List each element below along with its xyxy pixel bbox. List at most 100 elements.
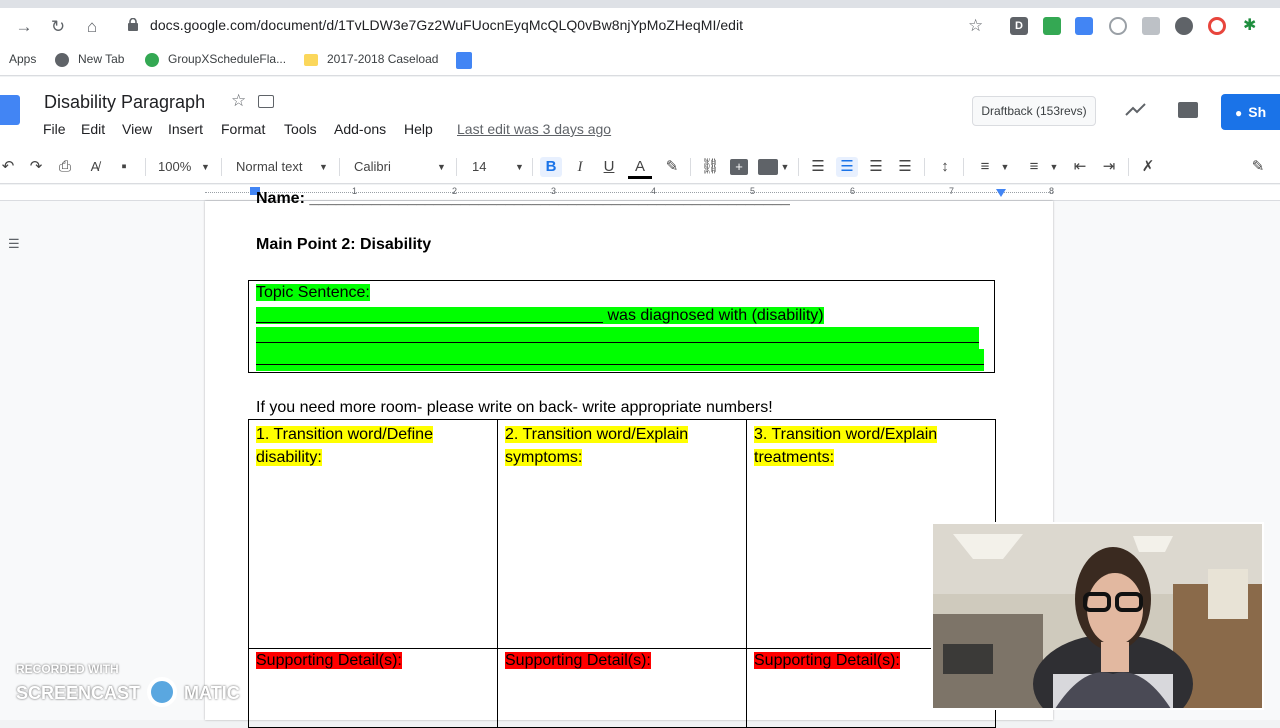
- topic-diagnosed-text: was diagnosed with (disability): [603, 307, 824, 324]
- bold-icon[interactable]: B: [540, 157, 562, 177]
- ruler-mark: 8: [1049, 186, 1055, 196]
- insert-image-icon[interactable]: [758, 159, 778, 175]
- redo-icon[interactable]: ↷: [26, 157, 46, 177]
- undo-icon[interactable]: ↶: [0, 157, 16, 177]
- style-select[interactable]: Normal text ▼: [236, 157, 331, 177]
- extension-person-icon[interactable]: ✱: [1243, 15, 1256, 35]
- align-justify-icon[interactable]: ☰: [895, 157, 915, 177]
- menu-view[interactable]: View: [122, 121, 152, 137]
- menu-addons[interactable]: Add-ons: [334, 121, 386, 137]
- menu-help[interactable]: Help: [404, 121, 433, 137]
- toolbar-separator: [798, 158, 799, 176]
- last-edit-link[interactable]: Last edit was 3 days ago: [457, 121, 611, 137]
- document-title[interactable]: Disability Paragraph: [44, 92, 205, 113]
- supporting-detail-1: Supporting Detail(s):: [256, 652, 402, 670]
- font-size-select[interactable]: 14 ▼: [472, 157, 526, 177]
- column-1-heading: 1. Transition word/Define disability:: [256, 423, 433, 469]
- chevron-down-icon[interactable]: ▼: [780, 157, 790, 177]
- increase-indent-icon[interactable]: ⇥: [1099, 157, 1119, 177]
- toolbar-separator: [456, 158, 457, 176]
- bookmark-apps[interactable]: Apps: [9, 52, 36, 66]
- bookmark-new-tab[interactable]: New Tab: [78, 52, 124, 66]
- extension-copy-icon[interactable]: [1142, 17, 1160, 35]
- menu-format[interactable]: Format: [221, 121, 265, 137]
- extension-circle-icon[interactable]: [1175, 17, 1193, 35]
- extension-calendar-icon[interactable]: [1075, 17, 1093, 35]
- menu-edit[interactable]: Edit: [81, 121, 105, 137]
- zoom-select[interactable]: 100% ▼: [158, 157, 213, 177]
- screencast-logo-icon: [147, 677, 178, 707]
- column-2-heading: 2. Transition word/Explain symptoms:: [505, 423, 689, 469]
- extension-d-icon[interactable]: D: [1010, 17, 1028, 35]
- globe-icon: [55, 53, 69, 67]
- style-value: Normal text: [236, 159, 303, 174]
- add-comment-icon[interactable]: +: [730, 159, 748, 175]
- ruler-mark: 6: [850, 186, 856, 196]
- align-center-icon[interactable]: ☰: [836, 157, 858, 177]
- toolbar-separator: [532, 158, 533, 176]
- print-icon[interactable]: ⎙: [55, 157, 75, 177]
- extension-classroom-icon[interactable]: [1043, 17, 1061, 35]
- link-icon[interactable]: ⛓: [699, 157, 721, 177]
- supporting-detail-1-text: Supporting Detail(s):: [256, 652, 402, 669]
- extension-target-icon[interactable]: [1208, 17, 1226, 35]
- document-outline-icon[interactable]: ☰: [8, 236, 24, 251]
- activity-trend-icon[interactable]: [1125, 101, 1147, 120]
- forward-icon[interactable]: →: [12, 17, 36, 37]
- address-bar-row: → ↻ ⌂ docs.google.com/document/d/1TvLDW3…: [0, 8, 1280, 46]
- clear-formatting-icon[interactable]: ✗: [1138, 157, 1158, 177]
- highlight-pen-icon[interactable]: ✎: [662, 157, 682, 177]
- star-icon[interactable]: ☆: [231, 91, 246, 111]
- move-folder-icon[interactable]: [258, 95, 274, 108]
- bookmark-groupx[interactable]: GroupXScheduleFla...: [168, 52, 286, 66]
- column-2-line-1: 2. Transition word/Explain: [505, 426, 689, 443]
- topic-sentence-text: Topic Sentence:: [256, 284, 370, 301]
- chevron-down-icon[interactable]: ▼: [1000, 157, 1010, 177]
- draftback-button[interactable]: Draftback (153revs): [972, 96, 1096, 126]
- bookmark-caseload[interactable]: 2017-2018 Caseload: [327, 52, 438, 66]
- topic-line-4: ________________________________________…: [256, 349, 984, 371]
- decrease-indent-icon[interactable]: ⇤: [1070, 157, 1090, 177]
- menu-tools[interactable]: Tools: [284, 121, 317, 137]
- supporting-detail-2: Supporting Detail(s):: [505, 652, 651, 670]
- bookmark-star-icon[interactable]: ☆: [968, 16, 983, 36]
- text-color-icon[interactable]: A: [628, 157, 652, 179]
- docs-logo-icon[interactable]: [0, 95, 20, 125]
- instruction-text: If you need more room- please write on b…: [256, 399, 773, 416]
- spellcheck-icon[interactable]: A̸: [85, 157, 105, 177]
- menu-file[interactable]: File: [43, 121, 66, 137]
- align-right-icon[interactable]: ☰: [866, 157, 886, 177]
- watermark-word-2: MATIC: [184, 682, 240, 703]
- browser-tabstrip: [0, 0, 1280, 8]
- home-icon[interactable]: ⌂: [80, 17, 104, 37]
- chevron-down-icon: ▼: [319, 162, 328, 172]
- reload-icon[interactable]: ↻: [46, 17, 70, 37]
- ruler-mark: 7: [949, 186, 955, 196]
- chevron-down-icon[interactable]: ▼: [1049, 157, 1059, 177]
- right-indent-marker[interactable]: [996, 189, 1006, 197]
- column-3-heading: 3. Transition word/Explain treatments:: [754, 423, 938, 469]
- comments-icon[interactable]: [1178, 102, 1198, 118]
- toolbar-separator: [690, 158, 691, 176]
- italic-icon[interactable]: I: [570, 157, 590, 177]
- menu-insert[interactable]: Insert: [168, 121, 203, 137]
- paint-format-icon[interactable]: ▪: [114, 157, 134, 177]
- underline-icon[interactable]: U: [599, 157, 619, 177]
- font-select[interactable]: Calibri ▼: [354, 157, 447, 177]
- toolbar-separator: [221, 158, 222, 176]
- toolbar-separator: [924, 158, 925, 176]
- column-2-line-2: symptoms:: [505, 449, 583, 466]
- share-person-icon: ●: [1235, 106, 1243, 120]
- webcam-video: [933, 524, 1262, 708]
- align-left-icon[interactable]: ☰: [808, 157, 828, 177]
- bulleted-list-icon[interactable]: ≡: [1024, 157, 1044, 177]
- font-size-value: 14: [472, 159, 487, 174]
- editing-mode-pencil-icon[interactable]: ✎: [1248, 157, 1268, 177]
- share-button[interactable]: ● Sh: [1221, 94, 1280, 130]
- extension-clock-icon[interactable]: [1109, 17, 1127, 35]
- supporting-detail-3-text: Supporting Detail(s):: [754, 652, 900, 669]
- docs-bookmark-icon[interactable]: [456, 52, 472, 69]
- document-page[interactable]: Name: __________________________________…: [205, 190, 1053, 728]
- line-spacing-icon[interactable]: ↕: [935, 157, 955, 177]
- numbered-list-icon[interactable]: ≡: [975, 157, 995, 177]
